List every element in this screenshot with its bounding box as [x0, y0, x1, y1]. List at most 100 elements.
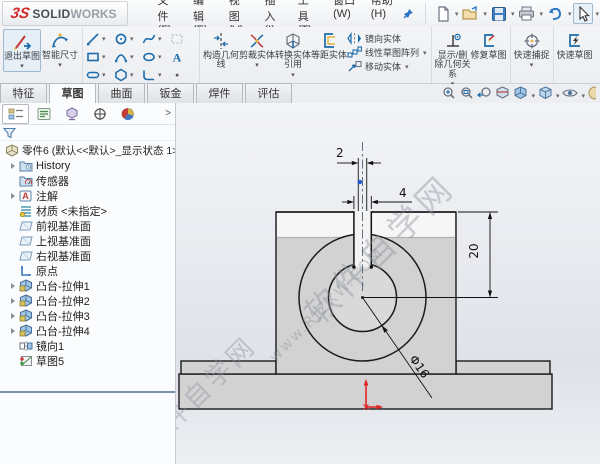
- rectangle-dropdown[interactable]: ▾: [102, 53, 106, 61]
- tab-sheet-metal[interactable]: 钣金: [147, 83, 194, 103]
- point-tool[interactable]: [170, 66, 196, 84]
- tree-item-material[interactable]: 材质 <未指定>: [0, 203, 175, 218]
- tree-item-boss-extrude3[interactable]: 凸台-拉伸3: [0, 308, 175, 323]
- undo-button[interactable]: [545, 4, 566, 24]
- fillet-tool[interactable]: ▾: [142, 66, 168, 84]
- display-manager-tab[interactable]: [114, 104, 141, 124]
- solidworks-logo[interactable]: 3S SOLID WORKS: [2, 1, 128, 26]
- trim-entities-dropdown[interactable]: ▾: [255, 62, 259, 69]
- smart-dimension-button[interactable]: 智能尺寸 ▾: [41, 29, 79, 70]
- mirror-entities-label: 镜向实体: [365, 34, 402, 44]
- tree-item-history[interactable]: History: [0, 158, 175, 173]
- tree-root-part[interactable]: 零件6 (默认<<默认>_显示状态 1>): [0, 143, 175, 158]
- tree-item-sensors[interactable]: 传感器: [0, 173, 175, 188]
- tree-item-right-plane[interactable]: 右视基准面: [0, 248, 175, 263]
- quick-snaps-dropdown[interactable]: ▾: [530, 62, 534, 69]
- rollback-bar[interactable]: [0, 391, 175, 393]
- display-style-dropdown[interactable]: ▾: [556, 92, 560, 100]
- save-dropdown[interactable]: ▾: [511, 10, 515, 18]
- expander-icon[interactable]: [8, 162, 18, 169]
- configuration-manager-tab[interactable]: [58, 104, 85, 124]
- tab-surfaces[interactable]: 曲面: [98, 83, 145, 103]
- expander-icon[interactable]: [8, 282, 18, 289]
- tree-item-boss-extrude1[interactable]: 凸台-拉伸1: [0, 278, 175, 293]
- tree-item-annotations[interactable]: A 注解: [0, 188, 175, 203]
- line-dropdown[interactable]: ▾: [102, 35, 106, 43]
- select-tool-button[interactable]: [573, 3, 594, 24]
- print-dropdown[interactable]: ▾: [539, 10, 543, 18]
- tree-item-boss-extrude4[interactable]: 凸台-拉伸4: [0, 323, 175, 338]
- select-tool-dropdown[interactable]: ▾: [595, 10, 599, 18]
- tree-item-front-plane[interactable]: 前视基准面: [0, 218, 175, 233]
- convert-entities-button[interactable]: 转换实体引用 ▾: [275, 29, 311, 79]
- tree-filter[interactable]: [0, 125, 175, 141]
- undo-dropdown[interactable]: ▾: [568, 10, 572, 18]
- mirror-entities-button[interactable]: 镜向实体: [347, 32, 428, 45]
- rapid-sketch-button[interactable]: 快速草图: [557, 29, 593, 60]
- tree-item-label: 凸台-拉伸2: [36, 295, 90, 308]
- linear-pattern-dropdown[interactable]: ▾: [423, 49, 427, 57]
- offset-entities-button[interactable]: 等距实体: [311, 29, 347, 60]
- circle-dropdown[interactable]: ▾: [130, 35, 134, 43]
- open-button[interactable]: [460, 4, 481, 24]
- spline-dropdown[interactable]: ▾: [158, 35, 162, 43]
- tree-item-origin[interactable]: 原点: [0, 263, 175, 278]
- print-button[interactable]: [516, 4, 537, 24]
- expander-icon[interactable]: [8, 327, 18, 334]
- solidworks-logo-mark: 3S: [9, 5, 32, 22]
- circle-tool[interactable]: ▾: [114, 30, 140, 48]
- hide-show-dropdown[interactable]: ▾: [581, 92, 585, 100]
- quick-snaps-button[interactable]: 快速捕捉 ▾: [514, 29, 550, 70]
- tree-item-label: 凸台-拉伸4: [36, 325, 90, 338]
- repair-sketch-button[interactable]: 修复草图: [471, 29, 507, 60]
- tree-item-boss-extrude2[interactable]: 凸台-拉伸2: [0, 293, 175, 308]
- polygon-dropdown[interactable]: ▾: [130, 71, 134, 79]
- ellipse-dropdown[interactable]: ▾: [158, 53, 162, 61]
- expander-icon[interactable]: [8, 192, 18, 199]
- view-orientation-dropdown[interactable]: ▾: [531, 92, 535, 100]
- ellipse-tool[interactable]: ▾: [142, 48, 168, 66]
- slot-dropdown[interactable]: ▾: [102, 71, 106, 79]
- spline-tool[interactable]: ▾: [142, 30, 168, 48]
- save-button[interactable]: [489, 4, 509, 24]
- feature-manager-tab[interactable]: [2, 103, 29, 124]
- sketch-point[interactable]: [357, 179, 363, 185]
- slot-tool[interactable]: ▾: [86, 66, 112, 84]
- tab-sketch[interactable]: 草图: [49, 83, 96, 103]
- fillet-dropdown[interactable]: ▾: [158, 71, 162, 79]
- tab-features[interactable]: 特征: [0, 83, 47, 103]
- expander-icon[interactable]: [8, 297, 18, 304]
- sketch-text-tool[interactable]: A: [170, 48, 196, 66]
- property-manager-tab[interactable]: [30, 104, 57, 124]
- line-tool[interactable]: ▾: [86, 30, 112, 48]
- construction-geometry-button[interactable]: 构造几何线: [203, 29, 239, 70]
- exit-sketch-button[interactable]: 退出草图 ▾: [3, 29, 41, 72]
- instant2d-button[interactable]: Instant2D: [593, 29, 600, 60]
- convert-entities-dropdown[interactable]: ▾: [291, 72, 295, 79]
- dimxpert-manager-tab[interactable]: [86, 104, 113, 124]
- expander-icon[interactable]: [8, 312, 18, 319]
- arc-tool[interactable]: ▾: [114, 48, 140, 66]
- open-dropdown[interactable]: ▾: [483, 10, 487, 18]
- display-delete-relations-button[interactable]: 显示/删除几何关系 ▾: [435, 29, 471, 89]
- move-entities-button[interactable]: 移动实体 ▾: [347, 60, 428, 73]
- tree-item-top-plane[interactable]: 上视基准面: [0, 233, 175, 248]
- exit-sketch-dropdown[interactable]: ▾: [20, 63, 24, 70]
- rectangle-tool[interactable]: ▾: [86, 48, 112, 66]
- tab-weldments[interactable]: 焊件: [196, 83, 243, 103]
- pin-icon[interactable]: [401, 5, 415, 23]
- arc-dropdown[interactable]: ▾: [130, 53, 134, 61]
- new-document-button[interactable]: [434, 4, 453, 24]
- tab-evaluate[interactable]: 评估: [245, 83, 292, 103]
- linear-pattern-button[interactable]: 线性草图阵列 ▾: [347, 46, 428, 59]
- trim-entities-button[interactable]: 剪裁实体 ▾: [239, 29, 275, 70]
- graphics-viewport[interactable]: 软件自学网 www.RJZXW.COM 软件自学网 2 4 20 Φ16: [176, 103, 600, 464]
- move-entities-dropdown[interactable]: ▾: [405, 63, 409, 71]
- smart-dimension-dropdown[interactable]: ▾: [58, 62, 62, 69]
- new-document-dropdown[interactable]: ▾: [455, 10, 459, 18]
- polygon-tool[interactable]: ▾: [114, 66, 140, 84]
- tree-item-mirror1[interactable]: 镜向1: [0, 338, 175, 353]
- construction-rect-tool[interactable]: [170, 30, 196, 48]
- panel-tabs-overflow[interactable]: >: [165, 108, 171, 119]
- tree-item-sketch5[interactable]: 草图5: [0, 353, 175, 368]
